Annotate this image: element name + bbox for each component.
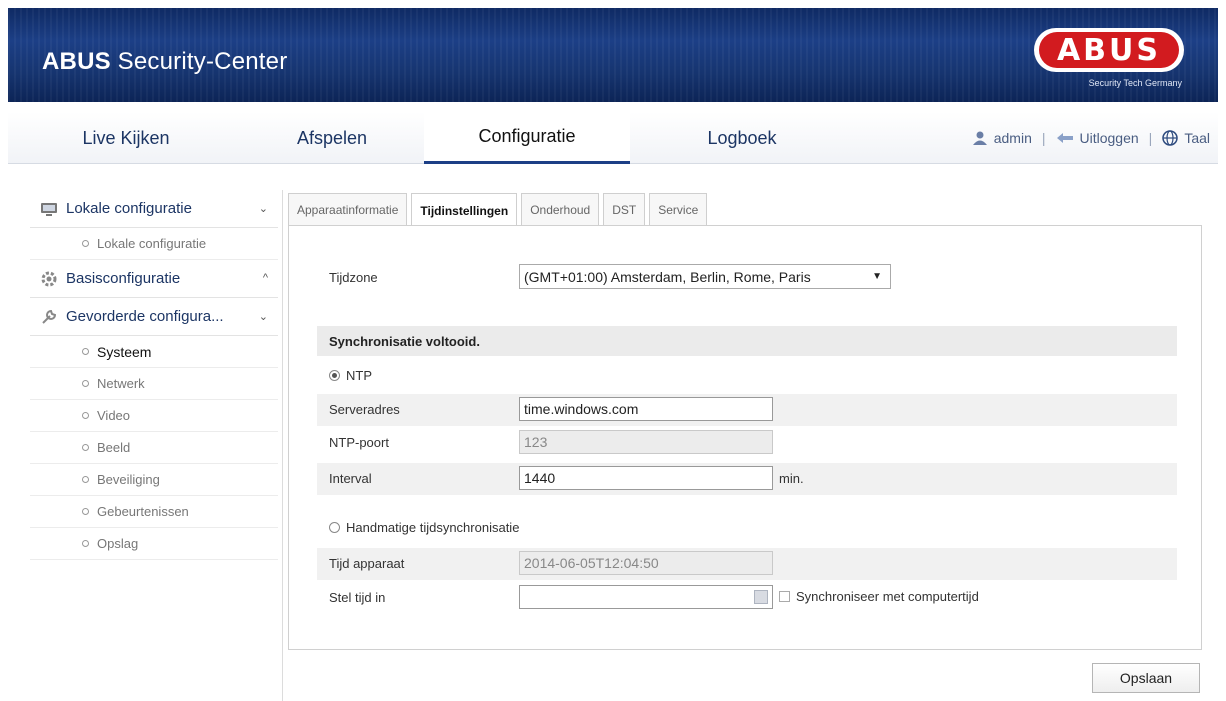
set-time-input[interactable] xyxy=(519,585,773,609)
tab-dst[interactable]: DST xyxy=(603,193,646,226)
monitor-icon xyxy=(41,202,57,216)
interval-label: Interval xyxy=(329,471,372,486)
language-link[interactable]: Taal xyxy=(1184,130,1210,146)
timezone-label: Tijdzone xyxy=(329,270,378,285)
sidebar-item-netwerk[interactable]: Netwerk xyxy=(30,368,278,400)
gear-icon xyxy=(41,271,57,286)
app-header: ABUS Security-Center ABUS Security Tech … xyxy=(8,8,1218,102)
device-time-input: 2014-06-05T12:04:50 xyxy=(519,551,773,575)
sidebar-item-beeld[interactable]: Beeld xyxy=(30,432,278,464)
sidebar-item-video[interactable]: Video xyxy=(30,400,278,432)
sync-computer-time-checkbox[interactable]: Synchroniseer met computertijd xyxy=(779,589,979,604)
sidebar-group-local[interactable]: Lokale configuratie ⌄ xyxy=(30,190,278,228)
server-row: Serveradres time.windows.com xyxy=(317,394,1177,426)
wrench-icon xyxy=(42,309,57,324)
nav-tab-logboek[interactable]: Logboek xyxy=(654,112,830,164)
sidebar: Lokale configuratie ⌄ Lokale configurati… xyxy=(30,190,278,560)
manual-sync-radio[interactable]: Handmatige tijdsynchronisatie xyxy=(329,520,519,535)
globe-icon xyxy=(1162,130,1179,146)
tab-tijdinstellingen[interactable]: Tijdinstellingen xyxy=(411,193,518,227)
server-label: Serveradres xyxy=(329,402,400,417)
port-label: NTP-poort xyxy=(329,435,389,450)
port-row: NTP-poort 123 xyxy=(317,427,1177,459)
ntp-radio[interactable]: NTP xyxy=(329,368,372,383)
sync-status-bar: Synchronisatie voltooid. xyxy=(317,326,1177,356)
sidebar-item-opslag[interactable]: Opslag xyxy=(30,528,278,560)
interval-input[interactable]: 1440 xyxy=(519,466,773,490)
sidebar-item-gebeurtenissen[interactable]: Gebeurtenissen xyxy=(30,496,278,528)
logo-tagline: Security Tech Germany xyxy=(1088,78,1182,88)
user-icon xyxy=(972,131,987,145)
sidebar-item-systeem[interactable]: Systeem xyxy=(30,336,278,368)
nav-tab-live-kijken[interactable]: Live Kijken xyxy=(38,112,214,164)
interval-unit: min. xyxy=(779,471,804,486)
save-button[interactable]: Opslaan xyxy=(1092,663,1200,693)
device-time-label: Tijd apparaat xyxy=(329,556,405,571)
logout-link[interactable]: Uitloggen xyxy=(1080,130,1139,146)
user-name[interactable]: admin xyxy=(994,130,1032,146)
server-address-input[interactable]: time.windows.com xyxy=(519,397,773,421)
app-title: ABUS Security-Center xyxy=(42,48,288,75)
time-settings-panel: Tijdzone (GMT+01:00) Amsterdam, Berlin, … xyxy=(288,225,1202,650)
sidebar-item-beveiliging[interactable]: Beveiliging xyxy=(30,464,278,496)
nav-tab-configuratie[interactable]: Configuratie xyxy=(424,112,630,164)
user-area: admin | Uitloggen | Taal xyxy=(972,112,1210,164)
ntp-port-input: 123 xyxy=(519,430,773,454)
interval-row: Interval 1440 min. xyxy=(317,463,1177,495)
sidebar-item-lokale-configuratie[interactable]: Lokale configuratie xyxy=(30,228,278,260)
tab-apparaatinformatie[interactable]: Apparaatinformatie xyxy=(288,193,408,226)
device-time-row: Tijd apparaat 2014-06-05T12:04:50 xyxy=(317,548,1177,580)
chevron-down-icon: ⌄ xyxy=(258,203,268,215)
logout-icon xyxy=(1056,133,1073,143)
chevron-up-icon: ^ xyxy=(262,272,268,284)
set-time-label: Stel tijd in xyxy=(329,590,386,605)
chevron-down-icon: ⌄ xyxy=(258,311,268,323)
calendar-icon[interactable] xyxy=(754,590,768,604)
dropdown-arrow-icon: ▼ xyxy=(872,271,882,282)
tab-onderhoud[interactable]: Onderhoud xyxy=(521,193,600,226)
abus-logo: ABUS Security Tech Germany xyxy=(1026,26,1188,100)
set-time-row: Stel tijd in Synchroniseer met computert… xyxy=(317,582,1177,614)
tab-service[interactable]: Service xyxy=(649,193,708,226)
nav-tab-afspelen[interactable]: Afspelen xyxy=(244,112,420,164)
main-nav: Live Kijken Afspelen Configuratie Logboe… xyxy=(8,112,1218,164)
timezone-select[interactable]: (GMT+01:00) Amsterdam, Berlin, Rome, Par… xyxy=(519,264,891,289)
sidebar-group-basic[interactable]: Basisconfiguratie ^ xyxy=(30,260,278,298)
sidebar-group-advanced[interactable]: Gevorderde configura... ⌄ xyxy=(30,298,278,336)
divider xyxy=(282,190,283,701)
settings-tabs: Apparaatinformatie Tijdinstellingen Onde… xyxy=(288,193,708,227)
